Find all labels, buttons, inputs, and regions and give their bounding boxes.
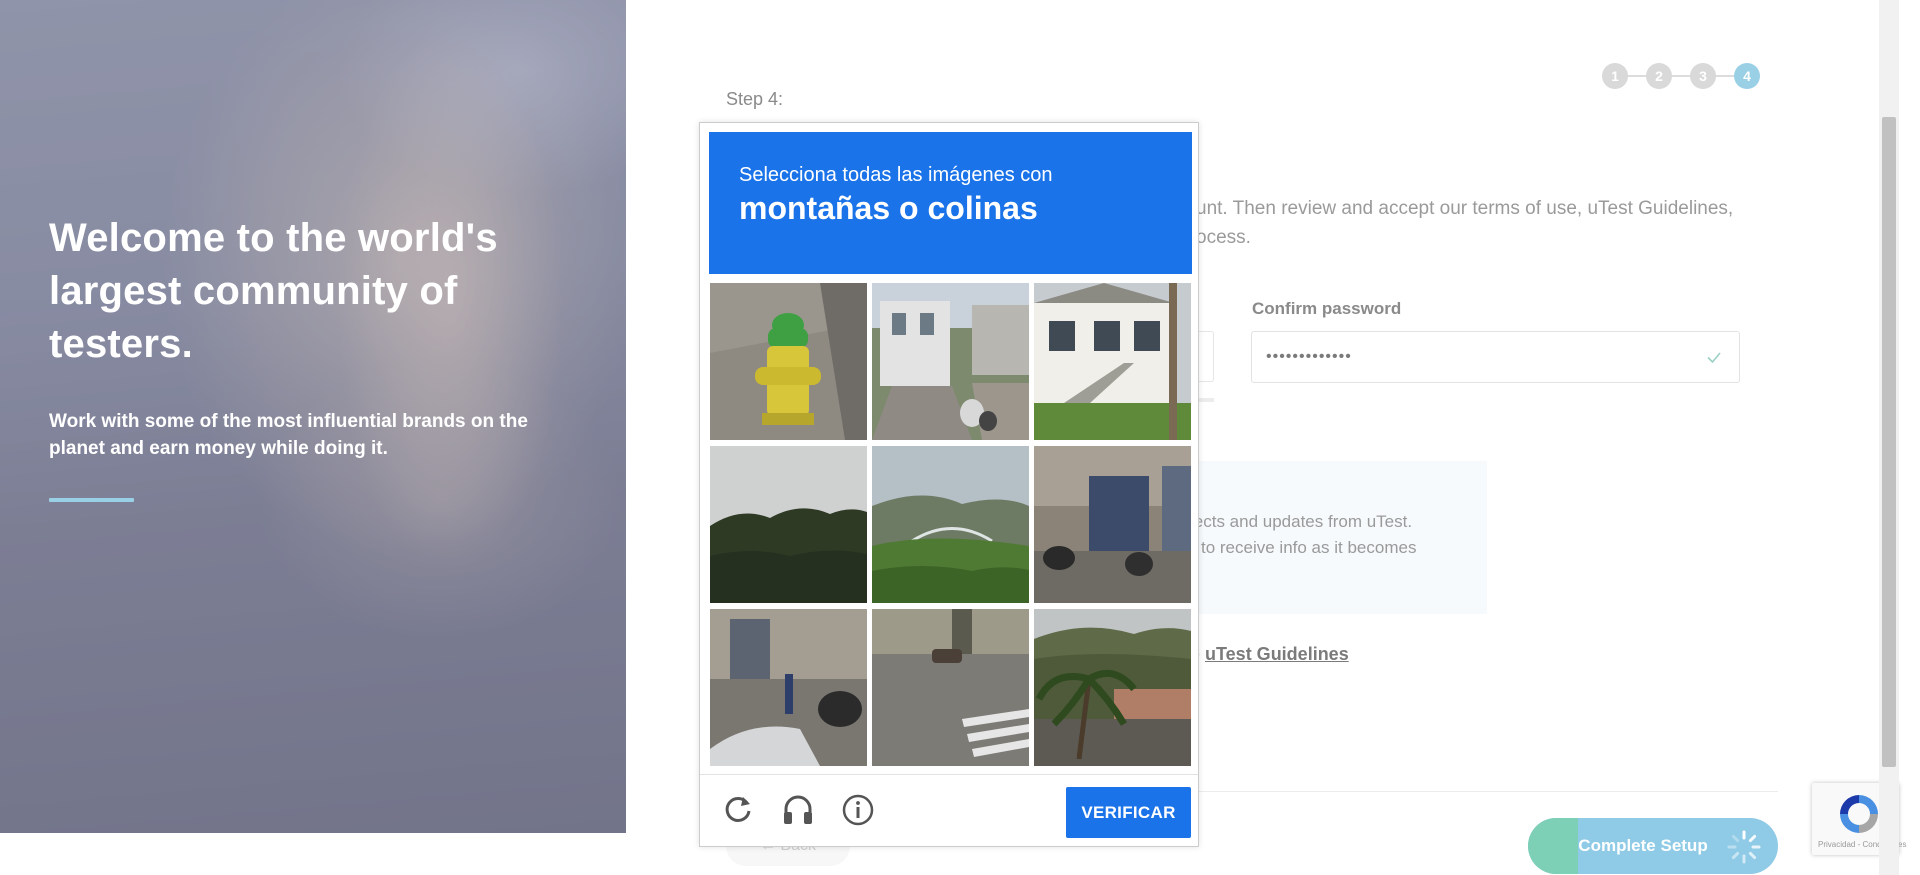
captcha-target: montañas o colinas xyxy=(739,190,1038,226)
page: Welcome to the world's largest community… xyxy=(0,0,1920,875)
captcha-header: Selecciona todas las imágenes con montañ… xyxy=(709,132,1192,274)
step-label: Step 4: xyxy=(726,89,784,109)
captcha-tile-9[interactable] xyxy=(1034,609,1191,766)
step-4-active: 4 xyxy=(1734,63,1760,89)
check-icon xyxy=(1707,352,1721,364)
recaptcha-challenge-dialog: Selecciona todas las imágenes con montañ… xyxy=(699,122,1199,847)
captcha-tile-2[interactable] xyxy=(872,283,1029,440)
loading-spinner-icon xyxy=(1727,830,1761,864)
confirm-password-input[interactable]: ••••••••••••• xyxy=(1251,331,1740,383)
captcha-instruction: Selecciona todas las imágenes con xyxy=(739,164,1053,186)
step-indicator: 1 2 3 4 xyxy=(1602,63,1762,89)
hero-panel: Welcome to the world's largest community… xyxy=(0,0,626,833)
captcha-tile-8[interactable] xyxy=(872,609,1029,766)
recaptcha-logo-icon xyxy=(1840,795,1878,833)
verify-button[interactable]: VERIFICAR xyxy=(1066,787,1191,838)
newsletter-text-line2: to receive info as it becomes xyxy=(1201,538,1417,557)
step-3: 3 xyxy=(1690,63,1716,89)
complete-setup-label: Complete Setup xyxy=(1578,836,1708,855)
step-1: 1 xyxy=(1602,63,1628,89)
intro-text-line1: unt. Then review and accept our terms of… xyxy=(1196,198,1734,219)
captcha-tile-7[interactable] xyxy=(710,609,867,766)
captcha-tile-3[interactable] xyxy=(1034,283,1191,440)
intro-text-line2: ocess. xyxy=(1196,227,1251,248)
captcha-image-grid xyxy=(710,283,1193,767)
page-scrollbar[interactable] xyxy=(1879,0,1899,875)
captcha-tile-1[interactable] xyxy=(710,283,867,440)
footer-divider xyxy=(1165,791,1778,792)
utest-guidelines-link[interactable]: uTest Guidelines xyxy=(1205,644,1349,664)
hero-title: Welcome to the world's largest community… xyxy=(49,216,498,366)
info-icon[interactable] xyxy=(841,793,875,827)
reload-icon[interactable] xyxy=(721,793,755,827)
newsletter-text-line1: jects and updates from uTest. xyxy=(1190,512,1413,531)
captcha-tile-5[interactable] xyxy=(872,446,1029,603)
captcha-tile-6[interactable] xyxy=(1034,446,1191,603)
confirm-password-label: Confirm password xyxy=(1252,299,1402,318)
guidelines-text: e uTest Guidelines xyxy=(1190,644,1349,665)
scrollbar-thumb[interactable] xyxy=(1882,117,1896,767)
step-2: 2 xyxy=(1646,63,1672,89)
audio-challenge-icon[interactable] xyxy=(781,793,815,827)
hero-divider xyxy=(49,498,134,502)
hero-subtitle: Work with some of the most influential b… xyxy=(49,411,528,459)
captcha-tile-4[interactable] xyxy=(710,446,867,603)
